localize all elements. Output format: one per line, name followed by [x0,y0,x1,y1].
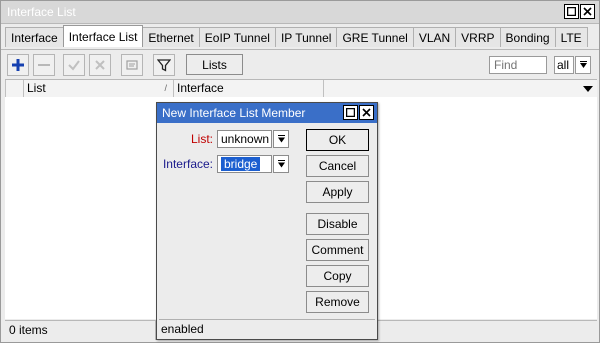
enable-button[interactable] [63,54,85,76]
minus-icon [38,64,50,66]
tab-eoip-tunnel[interactable]: EoIP Tunnel [198,27,276,47]
plus-icon [12,59,24,71]
column-list[interactable]: List / [23,80,173,97]
lists-button[interactable]: Lists [186,54,243,75]
dialog-titlebar[interactable]: New Interface List Member [157,103,377,123]
chevron-down-icon [583,86,593,92]
dialog-restore-button[interactable] [343,105,358,120]
copy-button[interactable]: Copy [306,265,369,287]
dialog-title: New Interface List Member [162,106,306,120]
filter-select[interactable]: all [554,56,574,74]
chevron-down-icon [277,134,285,142]
filter-dropdown-button[interactable] [575,56,591,74]
remove-button[interactable]: Remove [306,291,369,313]
chevron-down-icon [579,60,587,68]
tab-bar: Interface Interface List Ethernet EoIP T… [5,25,588,48]
checkmark-icon [68,60,80,71]
interface-select-value: bridge [221,157,261,171]
cross-icon [95,60,105,70]
apply-button[interactable]: Apply [306,181,369,203]
comment-button[interactable]: Comment [306,239,369,261]
cancel-button[interactable]: Cancel [306,155,369,177]
find-input[interactable] [489,56,547,74]
item-count: 0 items [9,323,48,337]
tab-interface[interactable]: Interface [5,27,64,47]
close-button[interactable] [580,4,595,19]
window-title: Interface List [7,5,76,19]
sort-marker: / [164,83,167,93]
chevron-down-icon [277,159,285,167]
ok-button[interactable]: OK [306,129,369,151]
tab-interface-list[interactable]: Interface List [62,25,144,47]
tab-gre-tunnel[interactable]: GRE Tunnel [336,27,414,47]
tab-ethernet[interactable]: Ethernet [142,27,200,47]
tab-bonding[interactable]: Bonding [499,27,556,47]
list-field-label: List: [190,132,213,146]
tab-lte[interactable]: LTE [554,27,588,47]
tab-vlan[interactable]: VLAN [412,27,457,47]
close-icon [583,7,592,16]
filter-button[interactable] [153,54,175,76]
restore-button[interactable] [564,4,579,19]
remove-button[interactable] [33,54,55,76]
interface-select[interactable]: bridge [217,155,272,173]
add-button[interactable] [7,54,29,76]
restore-icon [567,7,576,16]
interface-field-label: Interface: [162,157,213,171]
column-handle[interactable] [5,80,23,97]
disable-button[interactable] [89,54,111,76]
close-icon [362,108,371,117]
column-empty [323,80,597,97]
interface-dropdown-button[interactable] [273,155,289,173]
restore-icon [346,108,355,117]
list-select[interactable]: unknown [217,130,272,148]
table-header: List / Interface [5,79,597,98]
tab-ip-tunnel[interactable]: IP Tunnel [274,27,338,47]
list-dropdown-button[interactable] [273,130,289,148]
tab-vrrp[interactable]: VRRP [455,27,501,47]
window-titlebar[interactable]: Interface List [1,1,599,24]
dialog-status: enabled [159,319,375,338]
column-interface[interactable]: Interface [173,80,323,97]
disable-button[interactable]: Disable [306,213,369,235]
new-interface-list-member-dialog: New Interface List Member List: unknown … [156,102,378,340]
comment-button[interactable] [121,54,143,76]
columns-dropdown-button[interactable] [583,83,593,97]
column-list-label: List [27,81,46,95]
note-icon [126,60,138,70]
filter-icon [157,59,171,72]
dialog-close-button[interactable] [359,105,374,120]
